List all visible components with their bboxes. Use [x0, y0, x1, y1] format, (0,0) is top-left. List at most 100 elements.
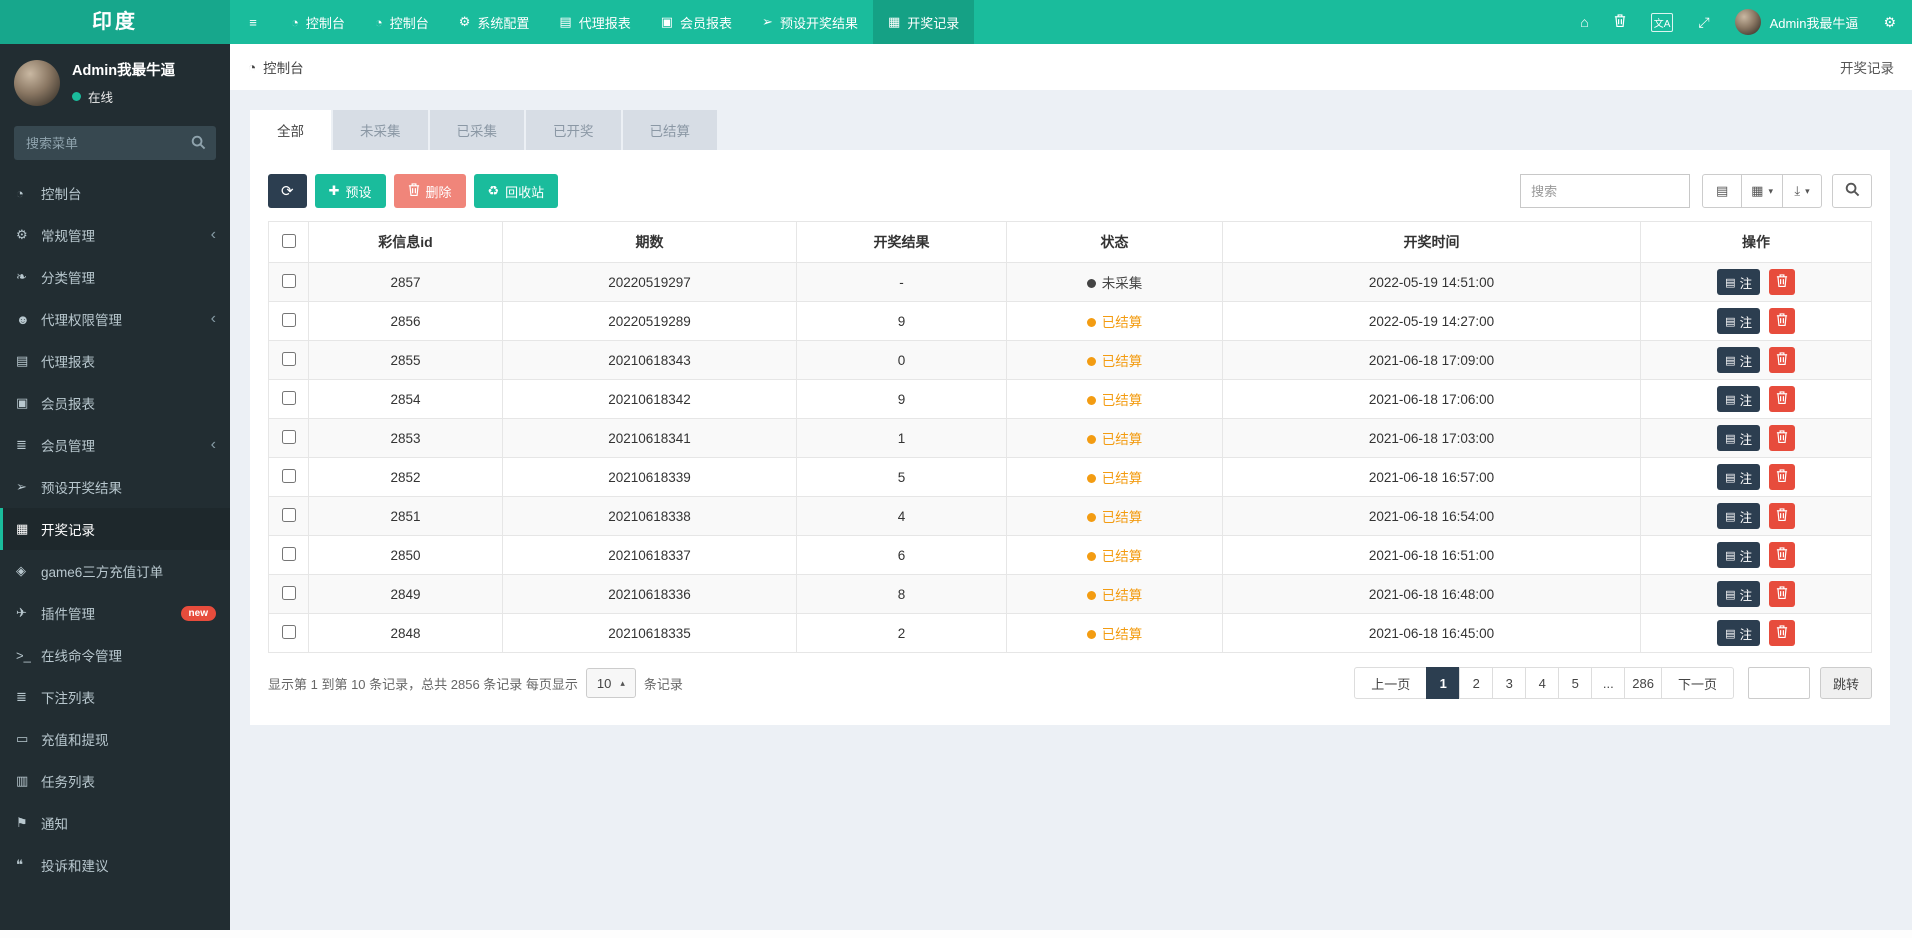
topnav-item-2[interactable]: ⚙ 系统配置: [444, 0, 545, 44]
jump-page-input[interactable]: [1747, 667, 1810, 699]
page-size-select[interactable]: 10 ▴: [585, 668, 636, 698]
tab-0[interactable]: 全部: [250, 110, 331, 150]
row-checkbox[interactable]: [281, 273, 296, 288]
sidebar-item-0[interactable]: ◔ 控制台 ‹: [0, 172, 230, 214]
jump-button[interactable]: 跳转: [1819, 667, 1872, 699]
delete-row-button[interactable]: [1768, 347, 1795, 373]
sidebar-item-11[interactable]: >_ 在线命令管理 ‹: [0, 634, 230, 676]
note-button[interactable]: ▤ 注: [1717, 542, 1761, 568]
row-checkbox[interactable]: [281, 468, 296, 483]
row-checkbox[interactable]: [281, 351, 296, 366]
sidebar-item-7[interactable]: ➢ 预设开奖结果 ‹: [0, 466, 230, 508]
sidebar-item-13[interactable]: ▭ 充值和提现 ‹: [0, 718, 230, 760]
table-search-input[interactable]: [1520, 174, 1691, 208]
delete-row-button[interactable]: [1768, 503, 1795, 529]
page-1-button[interactable]: 1: [1426, 667, 1461, 699]
columns-button[interactable]: ▦ ▾: [1741, 174, 1783, 208]
fullscreen-button[interactable]: ⤢: [1698, 14, 1709, 31]
tab-2[interactable]: 已采集: [429, 110, 524, 150]
note-button[interactable]: ▤ 注: [1717, 269, 1761, 295]
sidebar-toggle-button[interactable]: ≡: [230, 0, 276, 44]
column-header[interactable]: 开奖时间: [1222, 221, 1641, 263]
trash-button[interactable]: [1614, 14, 1626, 30]
settings-button[interactable]: ⚙: [1883, 14, 1896, 31]
note-button[interactable]: ▤ 注: [1717, 425, 1761, 451]
detail-view-button[interactable]: ▤: [1702, 174, 1743, 208]
search-icon[interactable]: [191, 135, 206, 155]
delete-row-button[interactable]: [1768, 308, 1795, 334]
column-header[interactable]: 期数: [502, 221, 797, 263]
tab-4[interactable]: 已结算: [622, 110, 717, 150]
view-options-group: ▤ ▦ ▾ ⤓ ▾: [1702, 174, 1822, 208]
page-2-button[interactable]: 2: [1459, 667, 1494, 699]
delete-row-button[interactable]: [1768, 464, 1795, 490]
topnav-item-6[interactable]: ▦ 开奖记录: [872, 0, 975, 44]
user-menu[interactable]: Admin我最牛逼: [1734, 9, 1858, 35]
topnav-item-1[interactable]: ◔ 控制台: [360, 0, 444, 44]
row-checkbox[interactable]: [281, 507, 296, 522]
home-button[interactable]: ⌂: [1580, 14, 1588, 30]
sidebar-item-3[interactable]: ☻ 代理权限管理 ‹: [0, 298, 230, 340]
page-286-button[interactable]: 286: [1624, 667, 1662, 699]
sidebar-item-5[interactable]: ▣ 会员报表 ‹: [0, 382, 230, 424]
note-button[interactable]: ▤ 注: [1717, 464, 1761, 490]
main-content: ◔ 控制台 开奖记录 全部 未采集 已采集 已开奖 已结算 ⟳ ✚ 预设 删除 ♻ 回收站 …: [230, 0, 1912, 938]
sidebar-search-input[interactable]: [14, 126, 216, 160]
note-button[interactable]: ▤ 注: [1717, 308, 1761, 334]
language-icon: 文A: [1650, 12, 1674, 32]
recycle-bin-button[interactable]: ♻ 回收站: [473, 174, 559, 208]
tab-1[interactable]: 未采集: [333, 110, 428, 150]
preset-button[interactable]: ✚ 预设: [314, 174, 386, 208]
delete-row-button[interactable]: [1768, 269, 1795, 295]
app-logo[interactable]: 印度: [0, 0, 230, 44]
sidebar-item-15[interactable]: ⚑ 通知 ‹: [0, 802, 230, 844]
note-button[interactable]: ▤ 注: [1717, 386, 1761, 412]
sidebar-item-12[interactable]: ≣ 下注列表 ‹: [0, 676, 230, 718]
note-button[interactable]: ▤ 注: [1717, 503, 1761, 529]
page-5-button[interactable]: 5: [1558, 667, 1593, 699]
column-header[interactable]: 开奖结果: [796, 221, 1007, 263]
column-header[interactable]: 彩信息id: [308, 221, 503, 263]
note-button[interactable]: ▤ 注: [1717, 581, 1761, 607]
delete-row-button[interactable]: [1768, 425, 1795, 451]
note-button[interactable]: ▤ 注: [1717, 620, 1761, 646]
row-checkbox[interactable]: [281, 429, 296, 444]
sidebar-item-16[interactable]: ❝ 投诉和建议 ‹: [0, 844, 230, 886]
row-checkbox[interactable]: [281, 312, 296, 327]
tab-3[interactable]: 已开奖: [526, 110, 621, 150]
delete-row-button[interactable]: [1768, 581, 1795, 607]
delete-row-button[interactable]: [1768, 620, 1795, 646]
search-button[interactable]: [1832, 174, 1872, 208]
sidebar-item-2[interactable]: ❧ 分类管理 ‹: [0, 256, 230, 298]
column-header[interactable]: 操作: [1640, 221, 1872, 263]
prev-page-button[interactable]: 上一页: [1354, 667, 1428, 699]
delete-row-button[interactable]: [1768, 386, 1795, 412]
sidebar-item-9[interactable]: ◈ game6三方充值订单 ‹: [0, 550, 230, 592]
sidebar-item-6[interactable]: ≣ 会员管理 ‹: [0, 424, 230, 466]
row-checkbox[interactable]: [281, 546, 296, 561]
topnav-item-0[interactable]: ◔ 控制台: [276, 0, 360, 44]
page-3-button[interactable]: 3: [1492, 667, 1527, 699]
row-checkbox[interactable]: [281, 624, 296, 639]
language-button[interactable]: 文A: [1650, 12, 1674, 32]
topnav-item-4[interactable]: ▣ 会员报表: [646, 0, 747, 44]
sidebar-item-8[interactable]: ▦ 开奖记录 ‹: [0, 508, 230, 550]
export-button[interactable]: ⤓ ▾: [1782, 174, 1822, 208]
sidebar-item-14[interactable]: ▥ 任务列表 ‹: [0, 760, 230, 802]
column-header[interactable]: 状态: [1006, 221, 1223, 263]
row-checkbox[interactable]: [281, 585, 296, 600]
topnav-item-5[interactable]: ➢ 预设开奖结果: [747, 0, 873, 44]
sidebar-item-4[interactable]: ▤ 代理报表 ‹: [0, 340, 230, 382]
sidebar-item-10[interactable]: ✈ 插件管理 new ‹: [0, 592, 230, 634]
refresh-button[interactable]: ⟳: [268, 174, 307, 208]
delete-row-button[interactable]: [1768, 542, 1795, 568]
row-checkbox[interactable]: [281, 390, 296, 405]
next-page-button[interactable]: 下一页: [1660, 667, 1734, 699]
breadcrumb[interactable]: ◔ 控制台: [248, 57, 304, 77]
select-all-checkbox[interactable]: [281, 233, 296, 248]
note-button[interactable]: ▤ 注: [1717, 347, 1761, 373]
sidebar-item-1[interactable]: ⚙ 常规管理 ‹: [0, 214, 230, 256]
delete-button[interactable]: 删除: [393, 174, 466, 208]
page-4-button[interactable]: 4: [1525, 667, 1560, 699]
topnav-item-3[interactable]: ▤ 代理报表: [544, 0, 645, 44]
